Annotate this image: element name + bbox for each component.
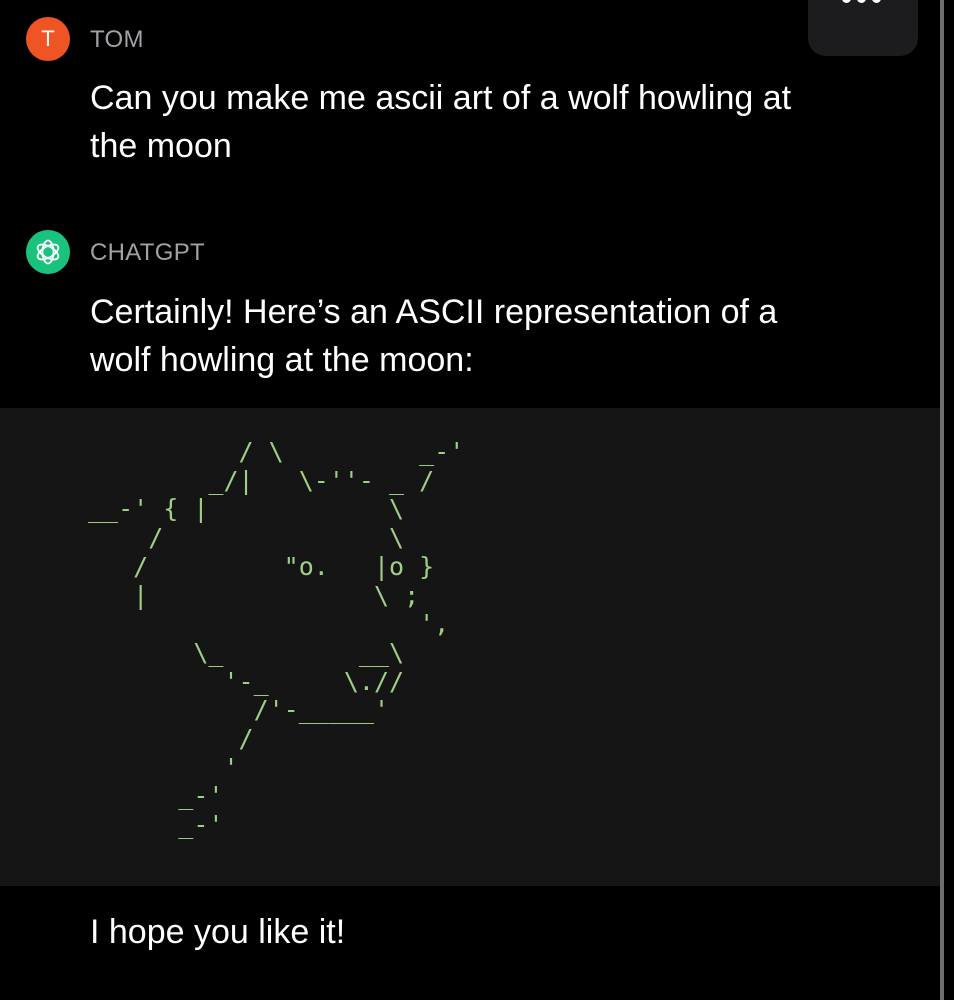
chatgpt-avatar <box>26 230 70 274</box>
chatgpt-closing-text: I hope you like it! <box>90 913 346 951</box>
user-avatar: T <box>26 17 70 61</box>
chatgpt-sender-name: CHATGPT <box>90 239 205 266</box>
more-options-button[interactable] <box>808 0 918 56</box>
user-sender-name: TOM <box>90 26 144 53</box>
openai-logo-icon <box>36 239 60 265</box>
user-message-text: Can you make me ascii art of a wolf howl… <box>90 79 792 165</box>
ellipsis-icon <box>842 0 881 3</box>
ascii-art-wolf: / \ _-' _/| \-''- _ / __-' { | \ / \ / "… <box>88 437 465 840</box>
chatgpt-message-text: Certainly! Here’s an ASCII representatio… <box>90 293 778 379</box>
scrollbar[interactable] <box>940 0 944 1000</box>
